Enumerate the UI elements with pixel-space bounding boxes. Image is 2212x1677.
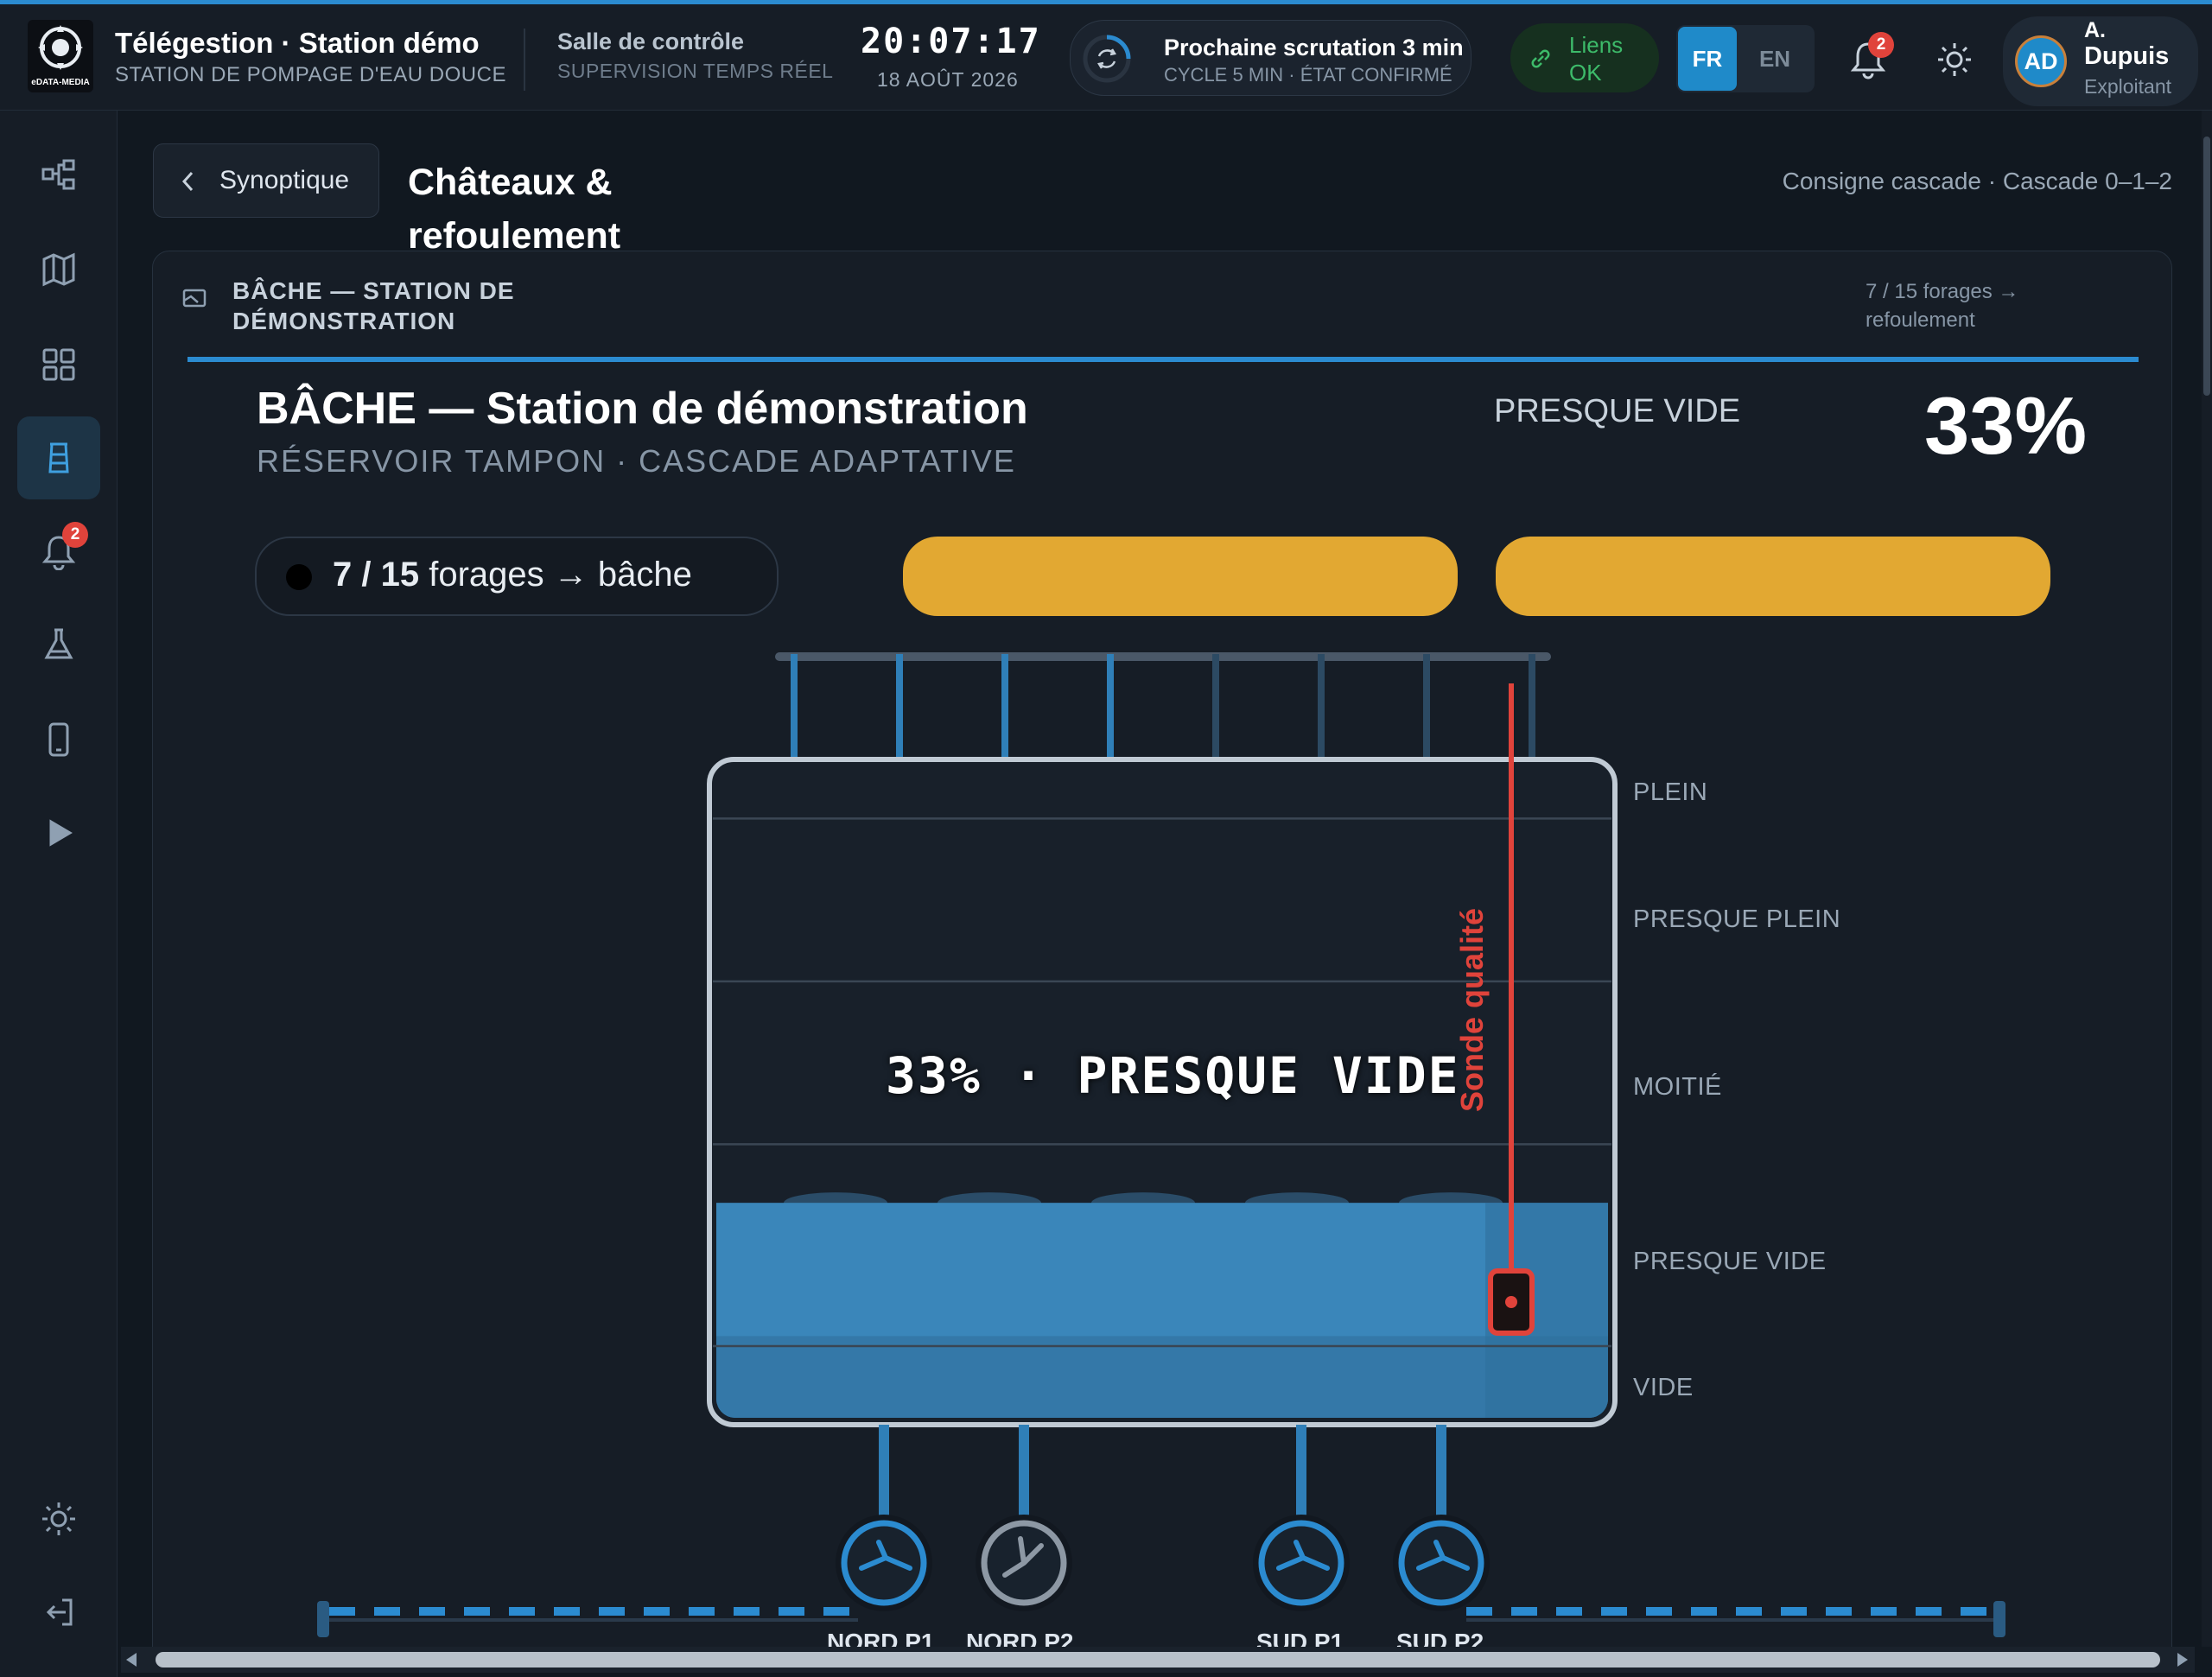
back-label: Synoptique	[219, 166, 350, 194]
sidebar-item-synoptic[interactable]	[17, 133, 100, 216]
room-subtitle: SUPERVISION TEMPS RÉEL	[557, 60, 834, 82]
map-icon	[42, 252, 75, 287]
level-label-half: MOITIÉ	[1633, 1073, 1722, 1101]
logo: eDATA-MEDIA	[28, 20, 93, 92]
link-icon	[1531, 49, 1550, 68]
cascade-info: Consigne cascade · Cascade 0–1–2	[1782, 168, 2172, 194]
app-subtitle: STATION DE POMPAGE D'EAU DOUCE	[115, 63, 506, 86]
date: 18 AOÛT 2026	[877, 68, 1019, 91]
pump-icon	[1398, 1520, 1484, 1606]
links-line2: OK	[1569, 60, 1602, 86]
page-title: Châteaux & refoulement	[408, 156, 620, 263]
play-icon	[49, 819, 73, 847]
user-name: Dupuis	[2084, 42, 2170, 70]
scroll-right-arrow[interactable]	[2177, 1653, 2188, 1667]
sun-icon	[42, 1502, 75, 1535]
outlet-pipe	[879, 1425, 889, 1527]
sidebar-logout[interactable]	[17, 1571, 100, 1654]
scroll-left-arrow[interactable]	[126, 1653, 137, 1667]
language-switch: FR EN	[1676, 25, 1815, 92]
scan-subtitle: CYCLE 5 MIN · ÉTAT CONFIRMÉ	[1164, 64, 1452, 86]
notifications-button[interactable]: 2	[1849, 32, 1894, 84]
sidebar-item-map[interactable]	[17, 228, 100, 311]
conduit-end-right	[1993, 1601, 2005, 1637]
sidebar: 2	[0, 111, 118, 1677]
network-icon	[41, 159, 75, 190]
back-button[interactable]: Synoptique	[153, 143, 379, 218]
clock: 20:07:17	[861, 22, 1041, 61]
sidebar-item-tanks[interactable]	[17, 416, 100, 499]
logo-icon	[38, 25, 83, 70]
water-fill-deep	[716, 1336, 1608, 1418]
sidebar-item-play[interactable]	[17, 791, 100, 874]
alerts-badge: 2	[62, 522, 88, 548]
conduit-end-left	[317, 1601, 329, 1637]
water-group	[716, 1192, 1608, 1418]
level-label-empty: VIDE	[1633, 1374, 1694, 1401]
outlet-pipe	[1019, 1425, 1029, 1527]
user-role: Exploitant	[2084, 75, 2172, 98]
vertical-scrollbar[interactable]	[2202, 111, 2212, 1647]
outlet-pipe	[1296, 1425, 1306, 1527]
logout-icon	[46, 1598, 73, 1626]
vertical-scrollbar-thumb[interactable]	[2203, 137, 2210, 396]
probe-label: Sonde qualité	[1454, 907, 1490, 1112]
pump-icon	[1258, 1520, 1344, 1606]
chevron-left-icon	[181, 171, 194, 192]
lang-fr-button[interactable]: FR	[1678, 27, 1737, 91]
mobile-icon	[48, 722, 69, 757]
page-title-line1: Châteaux &	[408, 162, 613, 203]
tank-overlay-text: 33% · PRESQUE VIDE	[886, 1046, 1460, 1105]
top-bar: eDATA-MEDIA Télégestion · Station démo S…	[0, 0, 2212, 111]
pump-icon	[841, 1520, 927, 1606]
inlet-manifold	[775, 652, 1551, 661]
level-label-almost-full: PRESQUE PLEIN	[1633, 905, 1841, 933]
probe-dot	[1505, 1296, 1517, 1308]
logo-text: eDATA-MEDIA	[31, 78, 90, 87]
avatar: AD	[2015, 35, 2067, 87]
level-label-almost-empty: PRESQUE VIDE	[1633, 1248, 1827, 1275]
links-line1: Liens	[1569, 32, 1624, 58]
outlet-pipe	[1436, 1425, 1446, 1527]
scrollbar-thumb[interactable]	[156, 1652, 2160, 1667]
user-menu[interactable]: AD A. Dupuis Exploitant	[2003, 16, 2198, 106]
flask-icon	[44, 628, 73, 659]
user-name-initial: A.	[2084, 18, 2106, 42]
refresh-icon	[1083, 35, 1131, 83]
scan-title: Prochaine scrutation 3 min	[1164, 35, 1464, 60]
header-divider	[524, 29, 525, 91]
level-label-full: PLEIN	[1633, 778, 1708, 806]
tank-icon	[48, 442, 69, 473]
scan-status[interactable]: Prochaine scrutation 3 min CYCLE 5 MIN ·…	[1070, 20, 1471, 96]
room-title: Salle de contrôle	[557, 29, 745, 54]
sidebar-theme[interactable]	[17, 1477, 100, 1560]
sidebar-item-lab[interactable]	[17, 603, 100, 686]
horizontal-scrollbar[interactable]	[121, 1647, 2195, 1673]
tank-panel: BÂCHE — STATION DE DÉMONSTRATION 7 / 15 …	[152, 251, 2172, 1667]
lang-en-button[interactable]: EN	[1745, 27, 1804, 91]
sidebar-item-dashboard[interactable]	[17, 323, 100, 406]
app-title: Télégestion · Station démo	[115, 27, 480, 59]
sidebar-item-alerts[interactable]: 2	[17, 510, 100, 593]
tank-diagram	[317, 652, 2005, 1637]
grid-icon	[42, 348, 75, 381]
theme-toggle-icon[interactable]	[1936, 41, 1974, 79]
outlets	[317, 1425, 2005, 1637]
notification-badge: 2	[1868, 32, 1894, 58]
sidebar-item-mobile[interactable]	[17, 698, 100, 781]
links-status[interactable]: Liens OK	[1510, 23, 1659, 92]
